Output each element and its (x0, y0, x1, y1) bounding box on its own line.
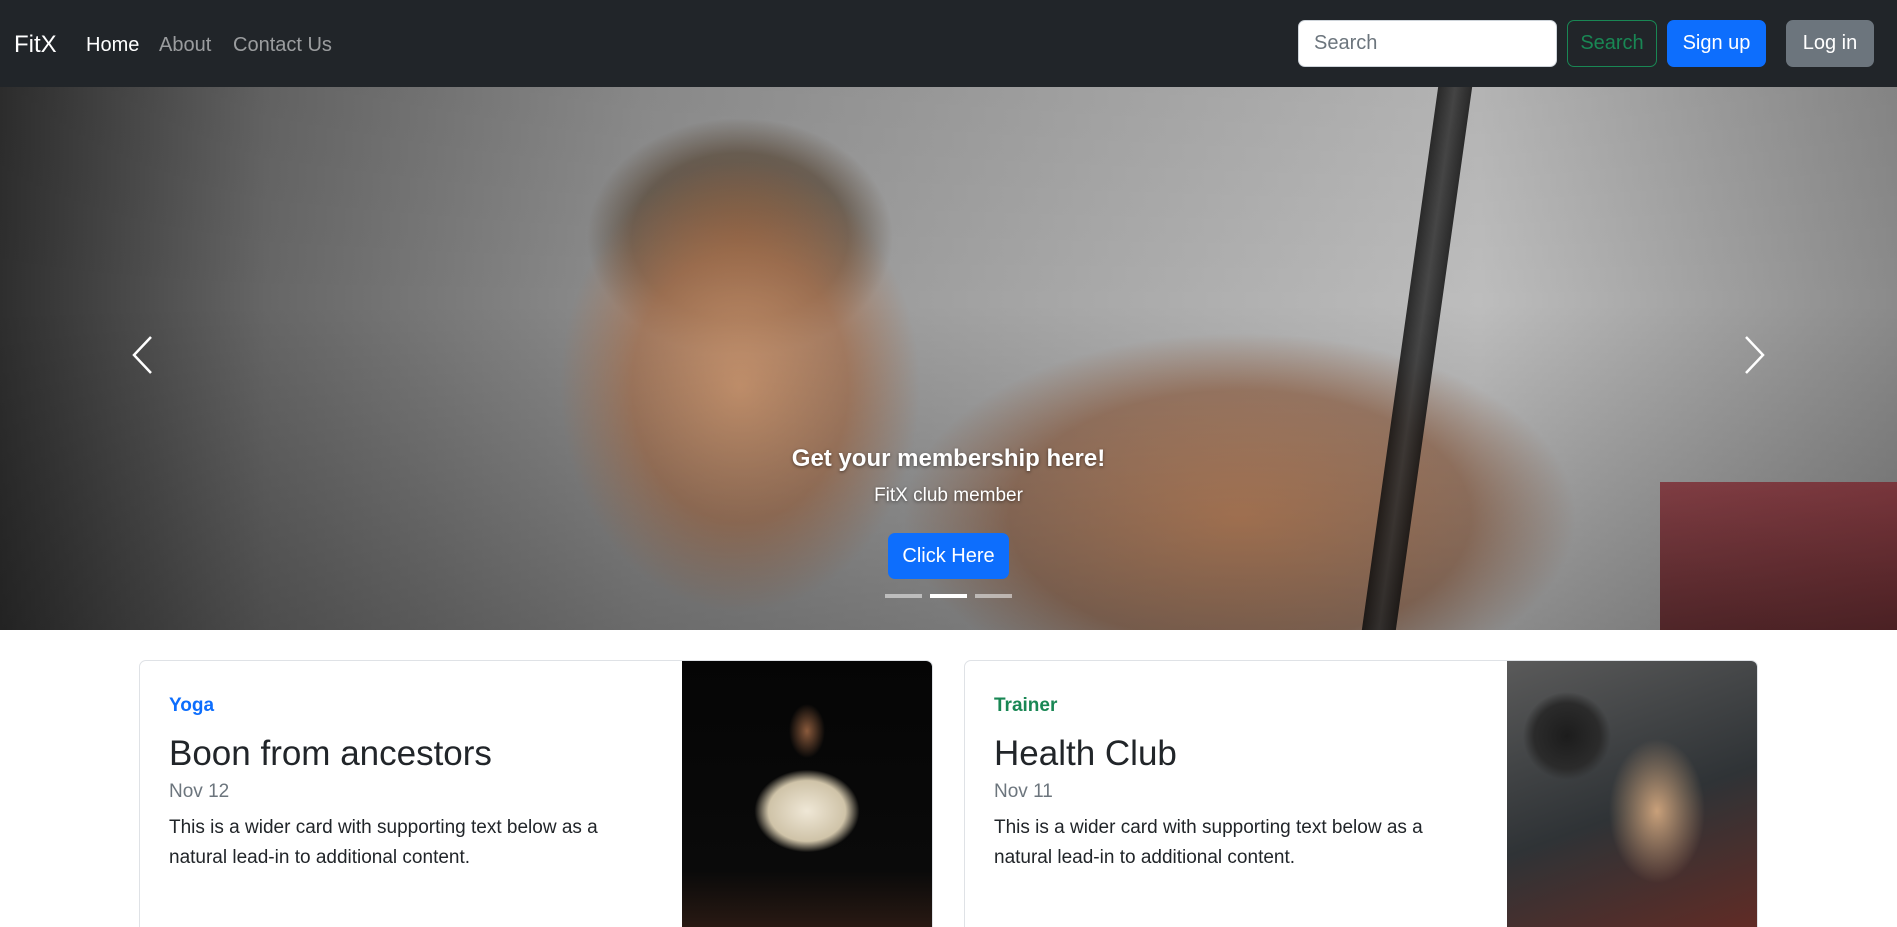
nav-link-contact[interactable]: Contact Us (233, 31, 332, 59)
nav-link-home[interactable]: Home (86, 31, 139, 59)
signup-button[interactable]: Sign up (1667, 20, 1766, 67)
chevron-left-icon (132, 336, 152, 374)
card-body: Yoga Boon from ancestors Nov 12 This is … (169, 693, 659, 873)
chevron-right-icon (1745, 336, 1765, 374)
carousel-next-button[interactable] (1735, 325, 1775, 385)
card-category: Trainer (994, 695, 1058, 716)
caption-title: Get your membership here! (791, 445, 1106, 472)
carousel-indicator-1[interactable] (885, 594, 922, 598)
card-date: Nov 11 (994, 781, 1053, 802)
card-image-ballerina (682, 661, 932, 927)
navbar: FitX Home About Contact Us Search Sign u… (0, 0, 1897, 87)
login-button[interactable]: Log in (1786, 20, 1874, 67)
carousel-caption: Get your membership here! FitX club memb… (0, 442, 1897, 510)
caption-subtitle: FitX club member (874, 485, 1023, 506)
search-button[interactable]: Search (1567, 20, 1657, 67)
card-title: Health Club (994, 734, 1177, 773)
card-text: This is a wider card with supporting tex… (169, 817, 598, 868)
carousel-prev-button[interactable] (122, 325, 162, 385)
card-image-gym (1507, 661, 1757, 927)
card-trainer: Trainer Health Club Nov 11 This is a wid… (964, 660, 1758, 927)
carousel-indicators (0, 594, 1897, 598)
carousel-indicator-2[interactable] (930, 594, 967, 598)
card-date: Nov 12 (169, 781, 230, 802)
carousel-indicator-3[interactable] (975, 594, 1012, 598)
cta-button[interactable]: Click Here (888, 533, 1009, 579)
card-category: Yoga (169, 695, 215, 716)
card-title: Boon from ancestors (169, 734, 492, 773)
nav-link-about[interactable]: About (159, 31, 211, 59)
search-input[interactable] (1298, 20, 1557, 67)
brand-logo[interactable]: FitX (14, 28, 57, 62)
card-text: This is a wider card with supporting tex… (994, 817, 1423, 868)
card-yoga: Yoga Boon from ancestors Nov 12 This is … (139, 660, 933, 927)
card-body: Trainer Health Club Nov 11 This is a wid… (994, 693, 1484, 873)
